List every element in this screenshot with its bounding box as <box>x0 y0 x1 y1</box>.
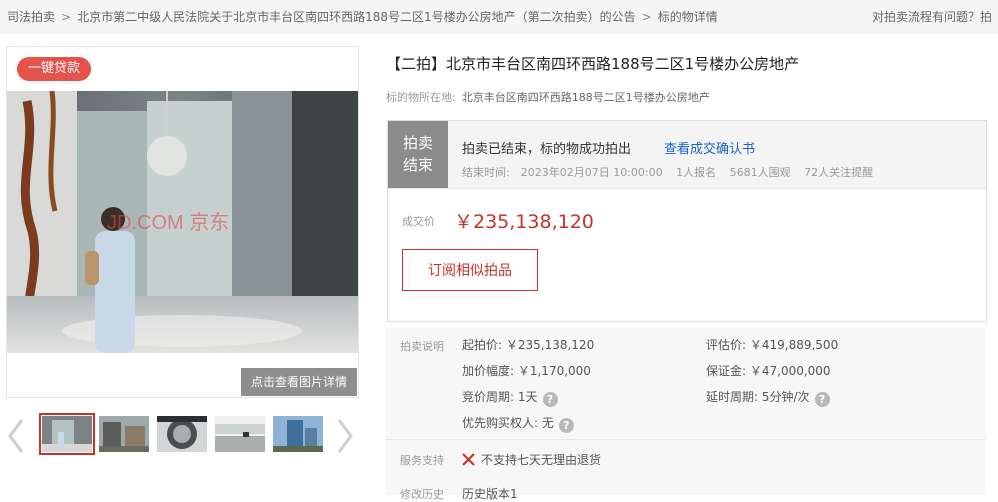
close-icon <box>462 453 475 466</box>
bid-increment: 加价幅度: ￥1,170,000 <box>462 364 591 378</box>
breadcrumb-item-announcement[interactable]: 北京市第二中级人民法院关于北京市丰台区南四环西路188号二区1号楼办公房地产（第… <box>77 10 636 24</box>
deal-price: ￥235,138,120 <box>454 211 594 233</box>
help-icon[interactable]: ? <box>558 418 574 433</box>
auction-status-panel: 拍卖 结束 拍卖已结束，标的物成功拍出 查看成交确认书 结束时间: 2023年0… <box>387 120 987 322</box>
service-support-text: 不支持七天无理由退货 <box>481 453 602 467</box>
breadcrumb-separator: > <box>641 10 652 24</box>
status-text: 拍卖已结束，标的物成功拍出 <box>462 142 632 157</box>
breadcrumb-separator: > <box>61 10 72 24</box>
item-title: 【二拍】北京市丰台区南四环西路188号二区1号楼办公房地产 <box>386 55 800 73</box>
location-value: 北京丰台区南四环西路188号二区1号楼办公房地产 <box>461 91 710 104</box>
deal-price-label: 成交价 <box>402 215 435 228</box>
thumbnail-image <box>157 416 207 452</box>
lobby-photo-image: JD.COM 京东 <box>7 91 358 353</box>
history-label: 修改历史 <box>400 488 444 501</box>
help-link[interactable]: 对拍卖流程有问题？拍 <box>872 8 992 25</box>
bidding-cycle-text: 竞价周期: 1天 <box>462 390 538 404</box>
thumbnail-3[interactable] <box>157 416 207 452</box>
start-price: 起拍价: ￥235,138,120 <box>462 338 595 352</box>
auction-meta: 结束时间: 2023年02月07日 10:00:00 1人报名 5681人围观 … <box>462 164 883 180</box>
thumbnail-image <box>99 416 149 452</box>
auction-info: 拍卖说明 起拍价: ￥235,138,120 评估价: ￥419,889,500… <box>386 328 986 501</box>
history-version-link[interactable]: 历史版本1 <box>462 485 518 502</box>
thumbnail-1[interactable] <box>39 413 95 455</box>
divider <box>386 439 986 440</box>
thumbnail-4[interactable] <box>215 416 265 452</box>
view-confirmation-link[interactable]: 查看成交确认书 <box>664 138 755 157</box>
thumbnail-image <box>273 416 323 452</box>
ended-tag-line2: 结束 <box>402 156 433 174</box>
auction-ended-tag: 拍卖 结束 <box>388 121 448 188</box>
location-label: 标的物所在地: <box>386 91 456 104</box>
watcher-count: 5681人围观 <box>729 166 791 179</box>
ended-tag-line1: 拍卖 <box>402 134 433 152</box>
breadcrumb-item-current: 标的物详情 <box>657 10 718 24</box>
delay-period-text: 延时周期: 5分钟/次 <box>706 390 810 404</box>
status-header: 拍卖 结束 拍卖已结束，标的物成功拍出 查看成交确认书 结束时间: 2023年0… <box>388 121 986 189</box>
thumbnail-image <box>215 416 265 452</box>
delay-period: 延时周期: 5分钟/次? <box>706 388 830 407</box>
help-icon[interactable]: ? <box>542 392 558 407</box>
chevron-left-icon[interactable] <box>6 414 26 458</box>
breadcrumb: 司法拍卖 > 北京市第二中级人民法院关于北京市丰台区南四环西路188号二区1号楼办公… <box>7 8 718 25</box>
image-gallery: 一键贷款 JD.COM 京东 点击查看图片详情 <box>6 46 359 398</box>
loan-badge[interactable]: 一键贷款 <box>17 57 92 81</box>
end-time: 结束时间: 2023年02月07日 10:00:00 <box>462 166 663 179</box>
chevron-right-icon[interactable] <box>335 414 355 458</box>
bidding-cycle: 竞价周期: 1天? <box>462 388 558 407</box>
breadcrumb-item-judicial[interactable]: 司法拍卖 <box>7 10 55 24</box>
reminder-count: 72人关注提醒 <box>804 166 874 179</box>
signup-count: 1人报名 <box>676 166 717 179</box>
help-icon[interactable]: ? <box>814 392 830 407</box>
watermark-text: JD.COM 京东 <box>107 211 229 234</box>
thumbnail-image <box>42 416 92 452</box>
thumbnail-5[interactable] <box>273 416 323 452</box>
priority-buyer: 优先购买权人: 无? <box>462 414 574 433</box>
main-photo[interactable]: JD.COM 京东 <box>7 91 358 353</box>
appraisal-price: 评估价: ￥419,889,500 <box>706 338 839 352</box>
top-bar: 司法拍卖 > 北京市第二中级人民法院关于北京市丰台区南四环西路188号二区1号楼办公… <box>0 0 998 34</box>
view-image-details-button[interactable]: 点击查看图片详情 <box>241 368 357 396</box>
priority-buyer-text: 优先购买权人: 无 <box>462 416 554 430</box>
deposit: 保证金: ￥47,000,000 <box>706 364 831 378</box>
subscribe-similar-button[interactable]: 订阅相似拍品 <box>402 249 538 291</box>
service-support-label: 服务支持 <box>400 454 444 467</box>
auction-info-label: 拍卖说明 <box>400 340 444 353</box>
service-support: 不支持七天无理由退货 <box>462 451 601 468</box>
thumbnail-2[interactable] <box>99 416 149 452</box>
item-location: 标的物所在地: 北京丰台区南四环西路188号二区1号楼办公房地产 <box>386 89 710 105</box>
